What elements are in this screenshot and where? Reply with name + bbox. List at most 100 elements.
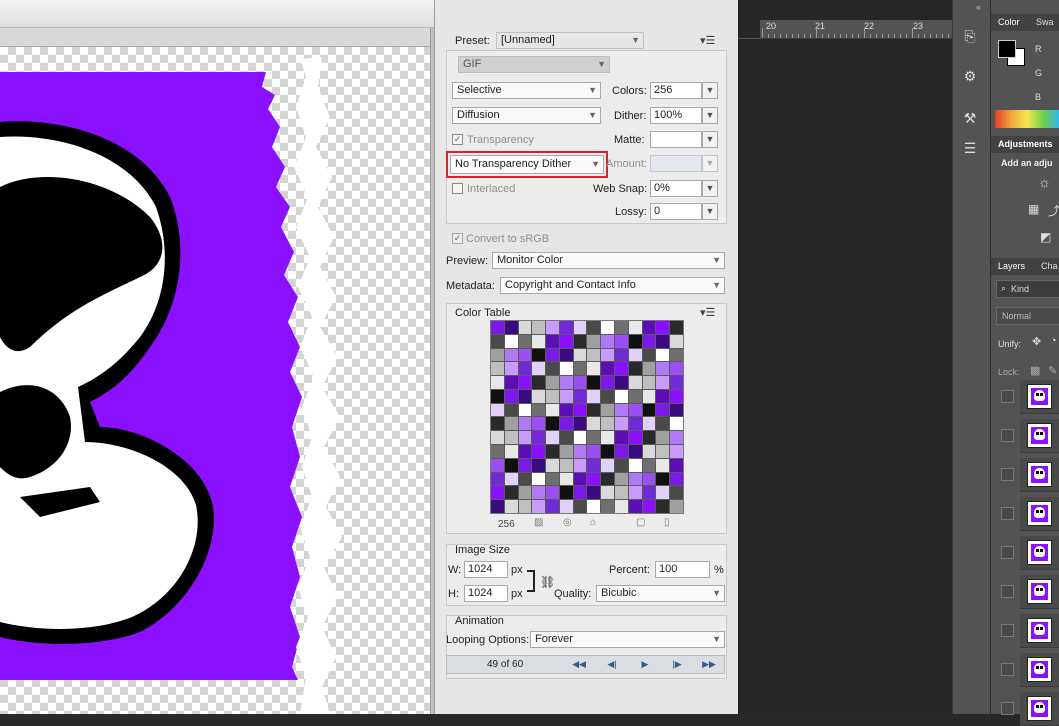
color-swatch[interactable] [656,431,670,445]
color-swatch[interactable] [642,389,656,403]
color-swatch[interactable] [532,376,546,389]
dither-slider-button[interactable]: ▼ [702,107,718,124]
color-swatch[interactable] [559,431,573,445]
convert-srgb-checkbox[interactable]: ✓ [452,233,463,244]
color-swatch[interactable] [601,458,615,472]
color-swatch[interactable] [532,472,546,486]
lock-transparent-icon[interactable]: ▩ [1030,364,1040,377]
color-swatch[interactable] [642,458,656,472]
color-swatch[interactable] [628,362,642,376]
color-swatch[interactable] [573,486,587,500]
first-frame-icon[interactable]: ◀◀ [566,657,592,671]
color-swatch[interactable] [559,486,573,500]
color-swatch[interactable] [628,472,642,486]
color-swatch[interactable] [491,486,504,500]
color-swatch[interactable] [559,417,573,431]
layer-visibility-toggle[interactable] [1001,507,1014,520]
color-swatch[interactable] [670,403,683,417]
color-swatch[interactable] [504,500,518,513]
color-swatch[interactable] [656,472,670,486]
color-swatch[interactable] [656,458,670,472]
color-swatch[interactable] [628,486,642,500]
color-swatch[interactable] [587,486,601,500]
color-swatch[interactable] [559,362,573,376]
color-swatch[interactable] [601,472,615,486]
color-swatch[interactable] [587,389,601,403]
layer-visibility-toggle[interactable] [1001,546,1014,559]
color-swatch[interactable] [615,362,628,376]
color-swatch[interactable] [573,348,587,362]
color-swatch[interactable] [587,362,601,376]
color-swatch[interactable] [670,458,683,472]
color-swatch[interactable] [573,389,587,403]
color-swatch[interactable] [532,500,546,513]
web-snap-slider-button[interactable]: ▼ [702,180,718,197]
color-swatch[interactable] [491,321,504,334]
preset-dropdown[interactable]: [Unnamed] ▼ [496,32,644,49]
color-swatch[interactable] [642,445,656,458]
color-swatch[interactable] [615,472,628,486]
color-swatch[interactable] [587,403,601,417]
color-swatch[interactable] [642,321,656,334]
color-swatch[interactable] [518,348,532,362]
color-swatch[interactable] [532,431,546,445]
color-swatch[interactable] [546,417,559,431]
layer-row[interactable] [1020,575,1059,609]
adjust-icon[interactable]: ☰ [958,138,982,158]
color-swatch[interactable] [656,376,670,389]
color-swatch[interactable] [628,417,642,431]
transparency-checkbox[interactable]: ✓ [452,134,463,145]
layer-row[interactable] [1020,458,1059,492]
looping-options-dropdown[interactable]: Forever ▼ [530,631,725,648]
lossy-input[interactable]: 0 [650,203,702,220]
color-swatch[interactable] [532,458,546,472]
color-swatch[interactable] [546,389,559,403]
color-swatch[interactable] [642,417,656,431]
color-swatch[interactable] [518,472,532,486]
color-swatch[interactable] [628,431,642,445]
brightness-icon[interactable]: ☼ [1038,174,1051,190]
color-swatch[interactable] [615,417,628,431]
color-swatch[interactable] [601,417,615,431]
color-swatch[interactable] [573,445,587,458]
color-swatch[interactable] [491,362,504,376]
color-swatch[interactable] [628,403,642,417]
color-swatch[interactable] [656,486,670,500]
color-swatch[interactable] [559,472,573,486]
color-swatch[interactable] [491,376,504,389]
amount-input[interactable] [650,155,702,172]
color-swatch[interactable] [587,445,601,458]
color-swatch[interactable] [587,376,601,389]
color-swatch[interactable] [601,389,615,403]
color-reduction-dropdown[interactable]: Selective ▼ [452,82,601,99]
color-swatch[interactable] [670,472,683,486]
color-swatch[interactable] [518,445,532,458]
color-swatch[interactable] [546,445,559,458]
color-swatch[interactable] [615,348,628,362]
color-swatch[interactable] [628,321,642,334]
color-swatch[interactable] [504,486,518,500]
color-swatch[interactable] [656,403,670,417]
color-swatch[interactable] [532,321,546,334]
color-swatch[interactable] [615,486,628,500]
color-swatch[interactable] [518,376,532,389]
color-swatch[interactable] [504,472,518,486]
web-snap-input[interactable]: 0% [650,180,702,197]
color-swatch[interactable] [559,334,573,348]
color-swatch[interactable] [546,458,559,472]
color-swatch[interactable] [628,389,642,403]
color-swatch[interactable] [518,389,532,403]
blend-mode-dropdown[interactable]: Normal [996,307,1059,325]
color-swatch[interactable] [546,348,559,362]
color-swatch[interactable] [573,431,587,445]
color-swatch[interactable] [504,403,518,417]
color-swatch[interactable] [615,334,628,348]
color-swatch[interactable] [518,458,532,472]
color-swatch[interactable] [532,362,546,376]
color-swatch[interactable] [615,431,628,445]
percent-input[interactable]: 100 [655,561,710,578]
curves-icon[interactable]: ⤴ [1048,202,1059,219]
color-swatch[interactable] [491,472,504,486]
swatches-tab[interactable]: Swa [1036,17,1054,27]
color-swatch[interactable] [670,362,683,376]
